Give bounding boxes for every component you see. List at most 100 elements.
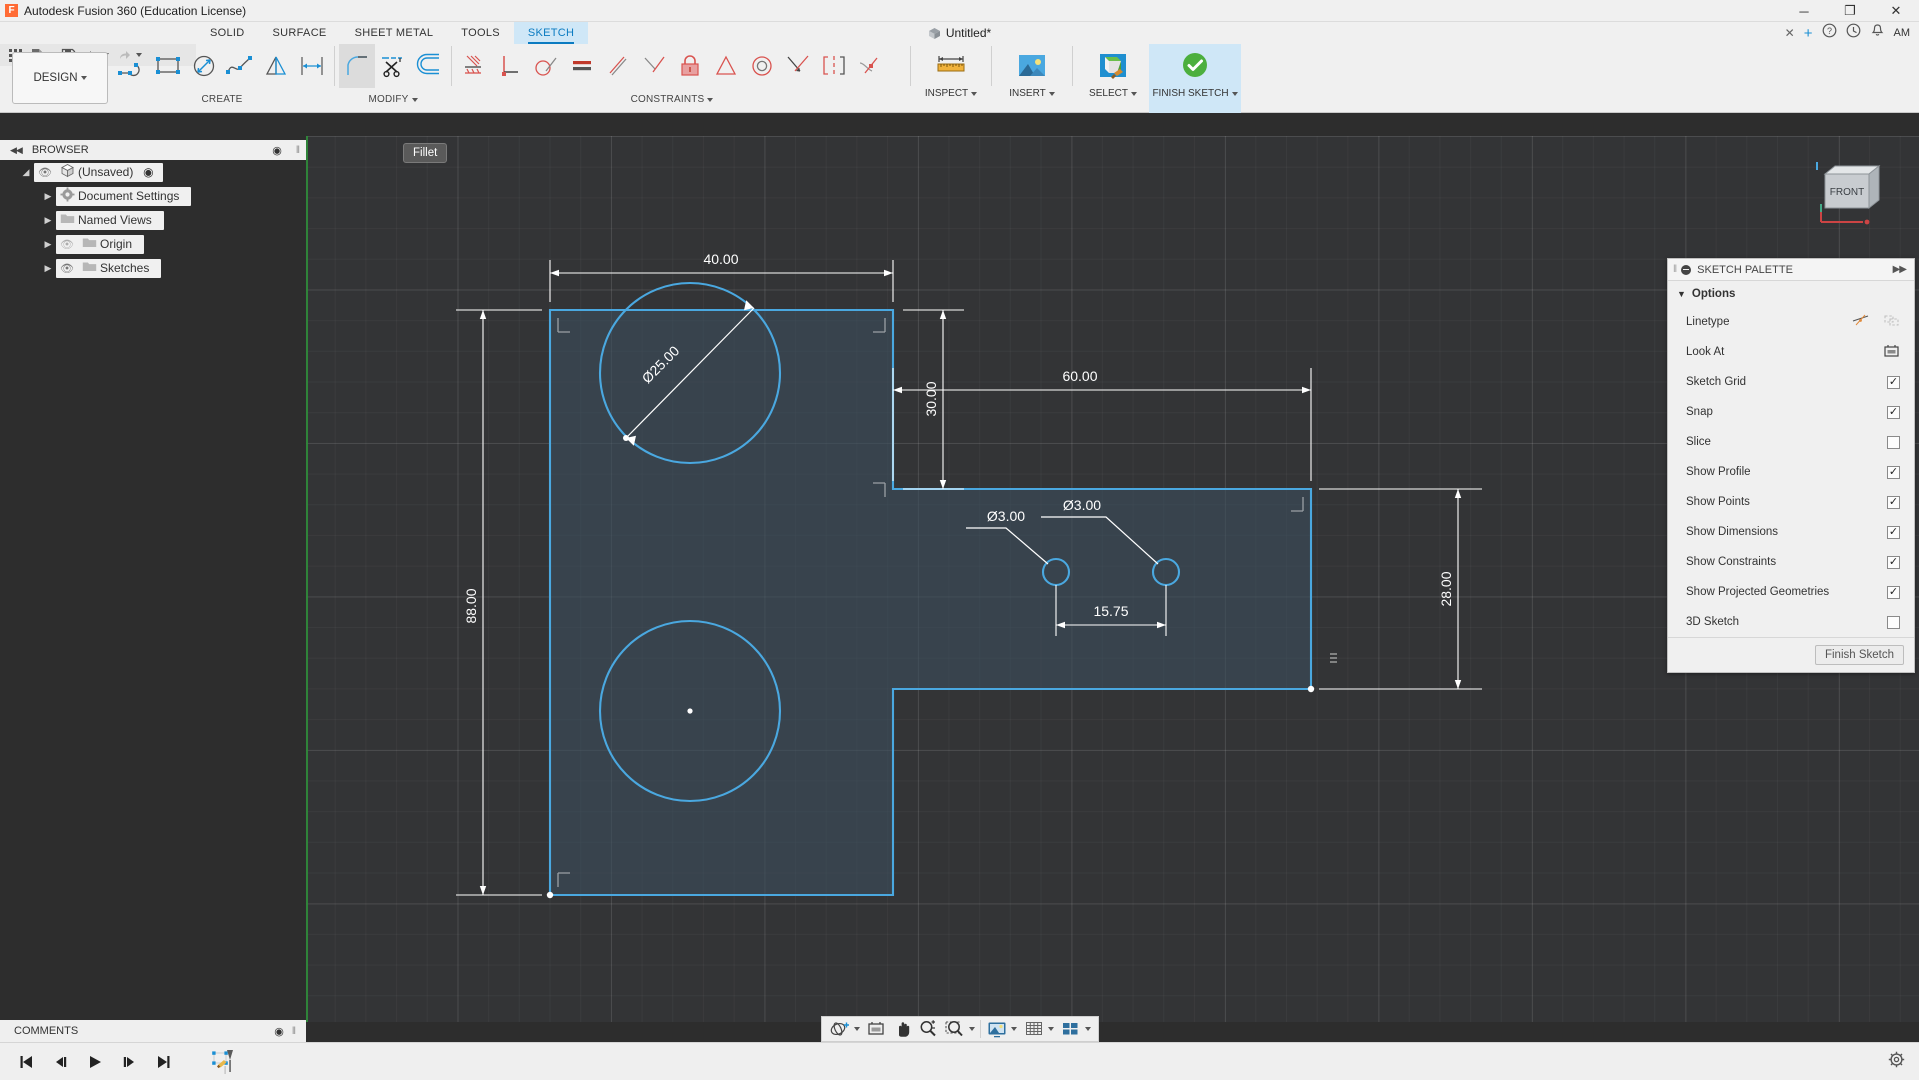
root-expand-icon[interactable]: ◢ [18,167,34,178]
palette-row-show-constraints[interactable]: Show Constraints [1668,547,1914,577]
display-settings-button[interactable] [983,1018,1020,1040]
trim-tool-button[interactable] [375,44,411,88]
inspect-menu-button[interactable]: INSPECT [915,44,987,113]
show-constraints-checkbox[interactable] [1887,555,1900,569]
document-tab[interactable]: Untitled* [928,26,991,40]
show-points-checkbox[interactable] [1887,495,1900,509]
grid-snaps-caret-icon[interactable] [1047,1027,1054,1031]
orbit-button[interactable] [826,1018,863,1040]
orbit-caret-icon[interactable] [853,1027,860,1031]
perpendicular-constraint-button[interactable] [492,44,528,88]
expand-icon[interactable]: ▶ [40,239,56,250]
concentric-constraint-button[interactable] [744,44,780,88]
account-avatar[interactable]: AM [1894,27,1914,39]
viewports-caret-icon[interactable] [1084,1027,1091,1031]
finish-sketch-button[interactable]: FINISH SKETCH [1149,44,1241,113]
sketch-feature-icon[interactable] [208,1048,236,1076]
parallel-constraint-button[interactable] [600,44,636,88]
palette-row-show-projected-geometries[interactable]: Show Projected Geometries [1668,577,1914,607]
browser-root-node[interactable]: ◢ 👁 (Unsaved) ◉ [0,160,306,184]
comments-grip-icon[interactable]: ‖ [292,1026,296,1037]
rectangle-tool-button[interactable] [150,44,186,88]
offset-tool-button[interactable] [411,44,447,88]
sketch-dimension-button[interactable] [294,44,330,88]
palette-collapse-icon[interactable] [1681,264,1692,275]
sketch-palette-header[interactable]: ‖ SKETCH PALETTE ▶▶ [1668,259,1914,281]
three-d-sketch-checkbox[interactable] [1887,615,1900,629]
line-tool-button[interactable] [114,44,150,88]
comments-options-icon[interactable]: ◉ [274,1025,284,1038]
show-dimensions-checkbox[interactable] [1887,525,1900,539]
go-to-end-button[interactable] [154,1054,172,1070]
equal-constraint-button[interactable] [564,44,600,88]
midpoint-constraint-button[interactable] [636,44,672,88]
zoom-window-caret-icon[interactable] [968,1027,975,1031]
zoom-button[interactable] [915,1018,941,1040]
browser-collapse-icon[interactable]: ◀◀ [10,145,23,156]
insert-menu-button[interactable]: INSERT [996,44,1068,113]
job-status-icon[interactable] [1846,23,1861,43]
pan-button[interactable] [889,1018,915,1040]
tab-tools[interactable]: TOOLS [447,22,514,44]
step-back-button[interactable] [52,1054,70,1070]
view-cube[interactable]: FRONT [1811,156,1889,230]
show-profile-checkbox[interactable] [1887,465,1900,479]
slice-checkbox[interactable] [1887,435,1900,449]
spline-tool-button[interactable] [222,44,258,88]
browser-item-named-views[interactable]: ▶ Named Views [0,208,306,232]
sketch-grid-checkbox[interactable] [1887,375,1900,389]
eye-icon[interactable]: 👁 [34,166,56,179]
close-document-icon[interactable]: ✕ [1785,26,1795,40]
lock-constraint-button[interactable] [672,44,708,88]
collinear-constraint-button[interactable] [708,44,744,88]
select-menu-button[interactable]: SELECT [1077,44,1149,113]
workspace-switcher[interactable]: DESIGN [12,52,108,104]
coincident-constraint-button[interactable] [780,44,816,88]
options-section-header[interactable]: ▼ Options [1668,281,1914,307]
palette-row-show-dimensions[interactable]: Show Dimensions [1668,517,1914,547]
tangent-constraint-button[interactable] [528,44,564,88]
eye-icon[interactable]: 👁 [56,238,78,251]
ribbon-group-label-modify[interactable]: MODIFY [368,94,418,105]
palette-finish-sketch-button[interactable]: Finish Sketch [1814,645,1904,665]
fix-unfix-constraint-button[interactable] [456,44,492,88]
browser-item-sketches[interactable]: ▶ 👁 Sketches [0,256,306,280]
snap-checkbox[interactable] [1887,405,1900,419]
browser-grip-icon[interactable]: ‖ [296,145,300,156]
go-to-beginning-button[interactable] [18,1054,36,1070]
maximize-button[interactable]: ❐ [1827,0,1873,22]
circle-tool-button[interactable] [186,44,222,88]
add-document-icon[interactable]: + [1804,25,1813,42]
browser-item-document-settings[interactable]: ▶ Document Settings [0,184,306,208]
activate-component-icon[interactable]: ◉ [139,165,157,179]
construction-line-icon[interactable] [1852,313,1869,331]
comments-panel-header[interactable]: COMMENTS ◉ ‖ [0,1020,306,1042]
display-settings-caret-icon[interactable] [1010,1027,1017,1031]
browser-item-origin[interactable]: ▶ 👁 Origin [0,232,306,256]
tab-sketch[interactable]: SKETCH [513,22,589,44]
palette-row-slice[interactable]: Slice [1668,427,1914,457]
palette-row-sketch-grid[interactable]: Sketch Grid [1668,367,1914,397]
look-at-icon[interactable] [1883,343,1900,362]
modify-caret-icon[interactable] [411,97,418,102]
workspace-caret-icon[interactable] [80,76,87,80]
browser-options-icon[interactable]: ◉ [272,144,282,157]
palette-expand-icon[interactable]: ▶▶ [1893,264,1907,275]
finish-sketch-caret-icon[interactable] [1231,91,1238,96]
grid-snaps-button[interactable] [1020,1018,1057,1040]
tab-surface[interactable]: SURFACE [259,22,341,44]
settings-gear-icon[interactable] [1888,1051,1905,1073]
show-projected-geometries-checkbox[interactable] [1887,585,1900,599]
notification-bell-icon[interactable] [1870,23,1885,43]
mirror-tool-button[interactable] [258,44,294,88]
expand-icon[interactable]: ▶ [40,263,56,274]
curvature-constraint-button[interactable] [852,44,888,88]
step-forward-button[interactable] [120,1054,138,1070]
close-button[interactable]: ✕ [1873,0,1919,22]
fillet-tool-button[interactable] [339,44,375,88]
constraints-caret-icon[interactable] [707,97,714,102]
expand-icon[interactable]: ▶ [40,191,56,202]
viewports-button[interactable] [1057,1018,1094,1040]
options-caret-icon[interactable]: ▼ [1677,289,1686,299]
palette-row-snap[interactable]: Snap [1668,397,1914,427]
